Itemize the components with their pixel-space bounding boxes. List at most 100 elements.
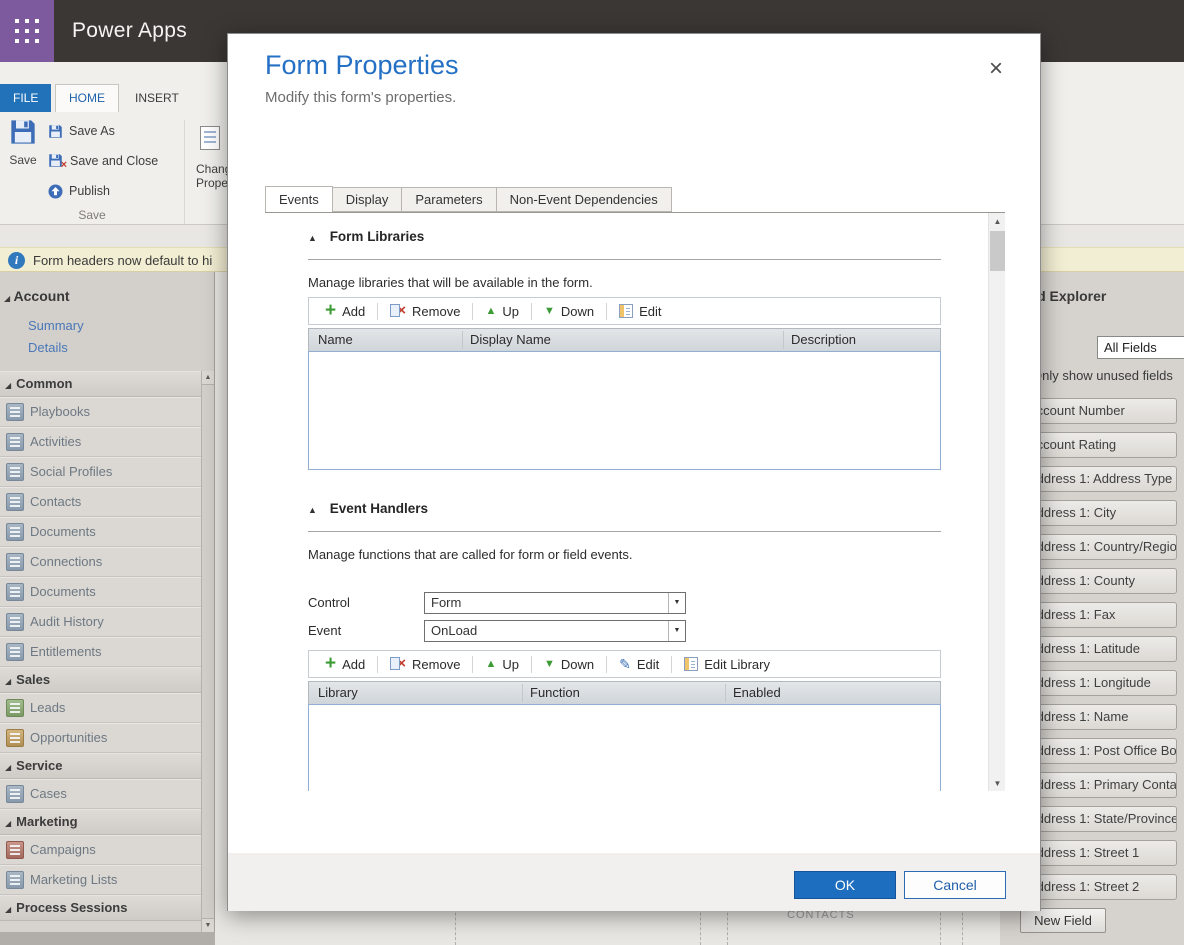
waffle-icon bbox=[15, 19, 39, 43]
sidebar-item-marketing-lists[interactable]: Marketing Lists bbox=[0, 865, 201, 895]
sidebar-item-contacts[interactable]: Contacts bbox=[0, 487, 201, 517]
column-header-function: Function bbox=[530, 682, 580, 704]
publish-button[interactable]: Publish bbox=[48, 180, 110, 202]
edit-icon bbox=[619, 304, 633, 318]
audit-history-icon bbox=[6, 613, 24, 631]
event-handlers-grid-body[interactable] bbox=[308, 704, 941, 791]
scroll-up-icon[interactable]: ▲ bbox=[989, 213, 1005, 230]
documents-icon bbox=[6, 583, 24, 601]
control-row: Control Form ▼ bbox=[265, 592, 1005, 616]
save-and-close-icon: × bbox=[48, 153, 64, 169]
nav-section-label: Service bbox=[16, 758, 62, 773]
down-arrow-icon: ▼ bbox=[544, 658, 555, 670]
tab-events[interactable]: Events bbox=[265, 186, 333, 212]
up-arrow-icon: ▲ bbox=[485, 305, 496, 317]
sidebar-item-connections[interactable]: Connections bbox=[0, 547, 201, 577]
nav-section-sales[interactable]: ◢Sales bbox=[0, 667, 201, 693]
field-filter-select[interactable]: All Fields bbox=[1097, 336, 1184, 359]
form-libraries-section-header[interactable]: ▲ Form Libraries bbox=[308, 229, 424, 244]
sidebar-item-documents[interactable]: Documents bbox=[0, 517, 201, 547]
chevron-down-icon: ▼ bbox=[668, 621, 685, 641]
entity-link-summary[interactable]: Summary bbox=[28, 318, 84, 333]
tab-file[interactable]: FILE bbox=[0, 84, 51, 112]
event-select[interactable]: OnLoad ▼ bbox=[424, 620, 686, 642]
add-button[interactable]: +Add bbox=[313, 304, 377, 319]
tab-non-event-dependencies[interactable]: Non-Event Dependencies bbox=[496, 187, 672, 212]
edit-button[interactable]: ✎Edit bbox=[607, 657, 671, 672]
remove-icon: × bbox=[390, 304, 406, 318]
add-button[interactable]: +Add bbox=[313, 657, 377, 672]
nav-section-service[interactable]: ◢Service bbox=[0, 753, 201, 779]
entity-title: ◢ Account bbox=[4, 288, 70, 304]
control-select[interactable]: Form ▼ bbox=[424, 592, 686, 614]
sidebar-item-opportunities[interactable]: Opportunities bbox=[0, 723, 201, 753]
column-separator bbox=[783, 331, 784, 349]
unused-fields-checkbox-label: Only show unused fields bbox=[1032, 368, 1173, 383]
up-button[interactable]: ▲Up bbox=[473, 304, 531, 319]
cancel-button[interactable]: Cancel bbox=[904, 871, 1006, 899]
nav-section-process-sessions[interactable]: ◢ Process Sessions bbox=[0, 895, 201, 921]
scroll-thumb[interactable] bbox=[990, 231, 1005, 271]
edit-library-icon bbox=[684, 657, 698, 671]
save-as-icon bbox=[48, 124, 63, 139]
down-arrow-icon: ▼ bbox=[544, 305, 555, 317]
nav-section-label: Sales bbox=[16, 672, 50, 687]
event-handlers-section-header[interactable]: ▲ Event Handlers bbox=[308, 501, 428, 516]
nav-section-common[interactable]: ◢Common bbox=[0, 371, 201, 397]
nav-section-label: Process Sessions bbox=[16, 900, 127, 915]
collapse-icon: ◢ bbox=[5, 905, 11, 914]
sidebar-item-social-profiles[interactable]: Social Profiles bbox=[0, 457, 201, 487]
save-as-button[interactable]: Save As bbox=[48, 120, 115, 142]
new-field-button[interactable]: New Field bbox=[1020, 908, 1106, 933]
up-button[interactable]: ▲Up bbox=[473, 657, 531, 672]
tab-insert[interactable]: INSERT bbox=[122, 84, 192, 112]
opportunities-icon bbox=[6, 729, 24, 747]
collapse-icon: ▲ bbox=[308, 233, 317, 243]
sidebar-item-leads[interactable]: Leads bbox=[0, 693, 201, 723]
activities-icon bbox=[6, 433, 24, 451]
nav-section-marketing[interactable]: ◢Marketing bbox=[0, 809, 201, 835]
nav-scrollbar[interactable]: ▲ ▼ bbox=[201, 371, 214, 932]
event-label: Event bbox=[308, 623, 341, 638]
remove-button[interactable]: ×Remove bbox=[378, 304, 472, 319]
tab-parameters[interactable]: Parameters bbox=[401, 187, 496, 212]
entity-link-details[interactable]: Details bbox=[28, 340, 68, 355]
save-and-close-button[interactable]: × Save and Close bbox=[48, 150, 158, 172]
dialog-scrollbar[interactable]: ▲ ▼ bbox=[988, 213, 1005, 791]
down-button[interactable]: ▼Down bbox=[532, 304, 606, 319]
playbooks-icon bbox=[6, 403, 24, 421]
remove-button[interactable]: ×Remove bbox=[378, 657, 472, 672]
app-launcher-button[interactable] bbox=[0, 0, 54, 62]
down-button[interactable]: ▼Down bbox=[532, 657, 606, 672]
sidebar-item-entitlements[interactable]: Entitlements bbox=[0, 637, 201, 667]
edit-library-button[interactable]: Edit Library bbox=[672, 657, 782, 672]
sidebar-item-campaigns[interactable]: Campaigns bbox=[0, 835, 201, 865]
dialog-tabs: Events Display Parameters Non-Event Depe… bbox=[265, 186, 671, 212]
section-divider bbox=[308, 531, 941, 532]
sidebar-item-documents-2[interactable]: Documents bbox=[0, 577, 201, 607]
edit-button[interactable]: Edit bbox=[607, 304, 673, 319]
scroll-up-icon[interactable]: ▲ bbox=[202, 371, 214, 385]
form-libraries-grid-body[interactable] bbox=[308, 351, 941, 470]
scroll-down-icon[interactable]: ▼ bbox=[202, 918, 214, 932]
event-handlers-title: Event Handlers bbox=[330, 501, 428, 516]
tab-home[interactable]: HOME bbox=[55, 84, 119, 112]
nav-section-label: Marketing bbox=[16, 814, 77, 829]
form-libraries-description: Manage libraries that will be available … bbox=[308, 275, 593, 290]
sidebar-item-playbooks[interactable]: Playbooks bbox=[0, 397, 201, 427]
scroll-down-icon[interactable]: ▼ bbox=[989, 775, 1005, 791]
section-divider bbox=[308, 259, 941, 260]
sidebar-item-activities[interactable]: Activities bbox=[0, 427, 201, 457]
save-and-close-label: Save and Close bbox=[70, 154, 158, 168]
sidebar-item-cases[interactable]: Cases bbox=[0, 779, 201, 809]
sidebar-item-audit-history[interactable]: Audit History bbox=[0, 607, 201, 637]
collapse-icon: ◢ bbox=[5, 381, 11, 390]
sidebar-bottom-strip bbox=[0, 932, 215, 945]
save-group-label: Save bbox=[0, 208, 184, 222]
ok-button[interactable]: OK bbox=[794, 871, 896, 899]
save-as-label: Save As bbox=[69, 124, 115, 138]
notification-text: Form headers now default to hi bbox=[33, 248, 212, 273]
close-icon[interactable]: × bbox=[982, 56, 1010, 84]
save-button[interactable]: Save bbox=[2, 118, 44, 210]
tab-display[interactable]: Display bbox=[332, 187, 403, 212]
